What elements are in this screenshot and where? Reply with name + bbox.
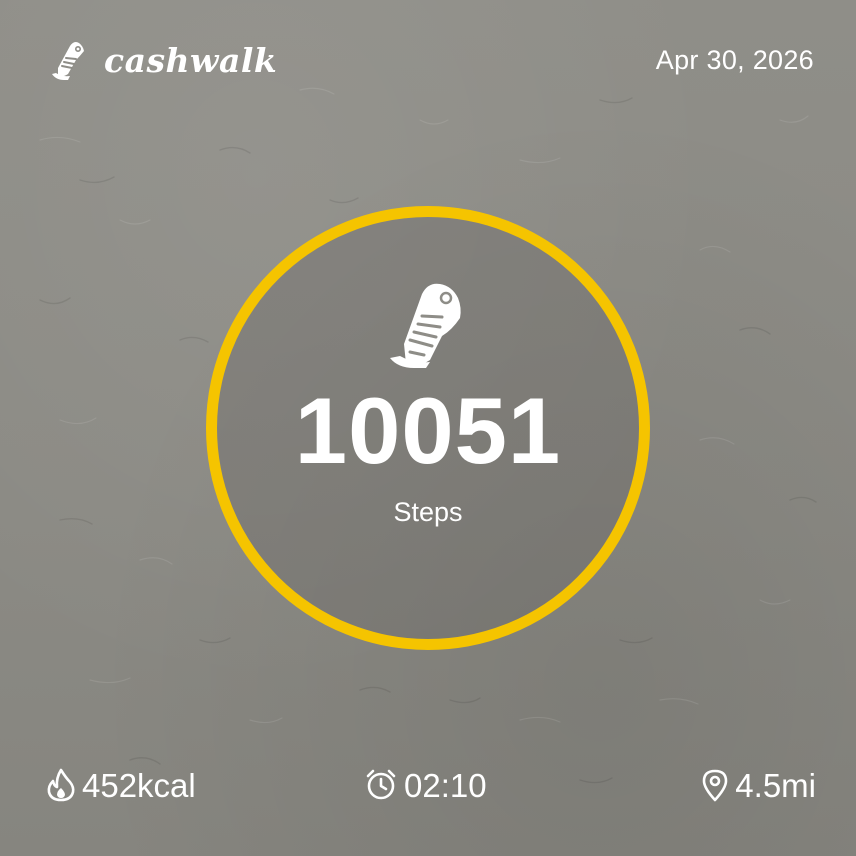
shoe-icon [390,283,461,368]
calories-stat: 452kcal [46,768,196,802]
alarm-clock-icon [366,769,396,800]
brand: cashwalk [50,38,277,82]
time-value: 02:10 [404,766,487,804]
location-pin-icon [702,769,728,802]
shoe-logo-icon [52,42,84,80]
flame-icon [47,768,75,802]
distance-stat: 4.5mi [701,768,816,802]
steps-count: 10051 [294,378,562,483]
steps-label: Steps [393,497,463,527]
calories-value: 452kcal [82,766,196,804]
time-stat: 02:10 [364,768,487,802]
brand-name: cashwalk [104,40,278,80]
date-label: Apr 30, 2026 [655,45,814,75]
distance-value: 4.5mi [735,766,816,804]
